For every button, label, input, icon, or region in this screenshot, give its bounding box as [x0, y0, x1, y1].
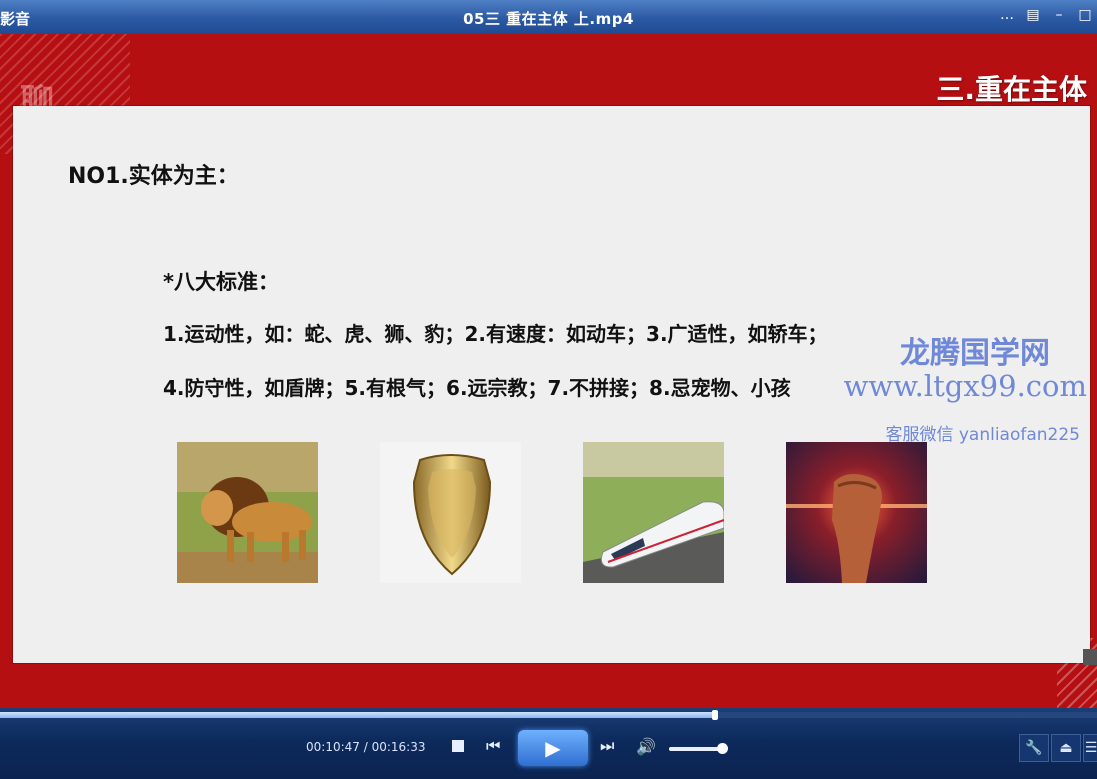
seek-handle[interactable]: [712, 710, 719, 720]
volume-handle[interactable]: [717, 743, 729, 754]
eject-button[interactable]: ⏏: [1051, 734, 1081, 762]
slide-subheading: *八大标准：: [163, 270, 279, 294]
maximize-icon[interactable]: □: [1077, 7, 1093, 23]
standards-line-1: 1.运动性，如：蛇、虎、狮、豹；2.有速度：如动车；3.广适性，如轿车；: [163, 322, 828, 346]
playlist-icon: ☰: [1084, 740, 1097, 756]
train-image: [583, 442, 724, 583]
title-bar: 影音 05三 重在主体 上.mp4 … ▤ – □: [0, 0, 1097, 34]
playlist-button[interactable]: ☰: [1083, 734, 1097, 762]
minimize-icon[interactable]: –: [1051, 7, 1067, 23]
skin-icon[interactable]: ▤: [1025, 7, 1041, 23]
volume-level: [669, 747, 723, 751]
volume-icon[interactable]: 🔊: [636, 737, 656, 756]
stop-icon: [452, 740, 464, 752]
watermark-url: www.ltgx99.com: [843, 369, 1087, 403]
skip-forward-icon: ⏭: [600, 736, 615, 755]
shield-image: [380, 442, 521, 583]
tools-button[interactable]: 🔧: [1019, 734, 1049, 762]
watermark-contact: 客服微信 yanliaofan225: [885, 425, 1080, 445]
next-button[interactable]: ⏭: [600, 736, 614, 756]
scroll-handle[interactable]: [1083, 649, 1097, 665]
slide-heading: NO1.实体为主：: [68, 164, 239, 189]
previous-button[interactable]: ⏮: [486, 736, 500, 756]
eject-icon: ⏏: [1059, 740, 1073, 756]
time-display: 00:10:47 / 00:16:33: [306, 740, 426, 754]
lion-image: [177, 442, 318, 583]
chat-icon[interactable]: …: [999, 7, 1015, 23]
fist-image: [786, 442, 927, 583]
standards-line-2: 4.防守性，如盾牌；5.有根气；6.远宗教；7.不拼接；8.忌宠物、小孩: [163, 376, 791, 400]
window-controls: … ▤ – □: [999, 7, 1093, 23]
volume-slider[interactable]: [669, 743, 729, 754]
seek-bar-fill: [0, 712, 716, 718]
stop-button[interactable]: [450, 738, 466, 754]
file-title: 05三 重在主体 上.mp4: [463, 10, 634, 28]
player-control-bar: 00:10:47 / 00:16:33 ⏮ ▶ ⏭ 🔊 🔧 ⏏ ☰: [0, 708, 1097, 779]
seek-bar[interactable]: [0, 710, 1097, 720]
skip-back-icon: ⏮: [486, 736, 501, 755]
wrench-icon: 🔧: [1025, 740, 1043, 756]
watermark-site-name: 龙腾国学网: [900, 336, 1050, 371]
play-icon: ▶: [545, 736, 561, 760]
play-button[interactable]: ▶: [518, 730, 588, 766]
